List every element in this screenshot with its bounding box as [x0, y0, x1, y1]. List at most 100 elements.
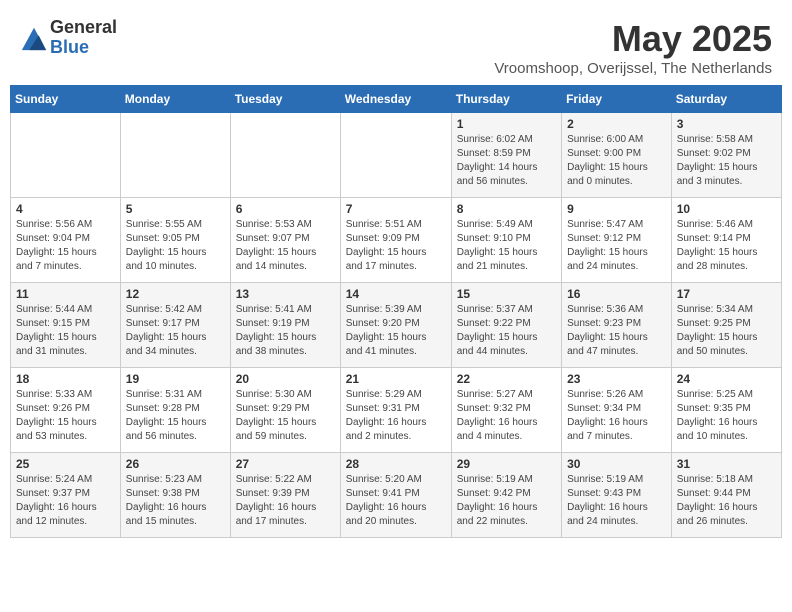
day-info: Sunrise: 5:39 AM Sunset: 9:20 PM Dayligh…: [346, 303, 446, 359]
day-info: Sunrise: 6:00 AM Sunset: 9:00 PM Dayligh…: [567, 133, 666, 189]
day-cell: 14 Sunrise: 5:39 AM Sunset: 9:20 PM Dayli…: [340, 283, 451, 368]
day-cell: 22 Sunrise: 5:27 AM Sunset: 9:32 PM Dayli…: [451, 368, 561, 453]
week-row-4: 18 Sunrise: 5:33 AM Sunset: 9:26 PM Dayli…: [11, 368, 782, 453]
logo: General Blue: [20, 18, 117, 58]
day-cell: 4 Sunrise: 5:56 AM Sunset: 9:04 PM Daylig…: [11, 198, 121, 283]
day-info: Sunrise: 5:30 AM Sunset: 9:29 PM Dayligh…: [236, 388, 335, 444]
location-subtitle: Vroomshoop, Overijssel, The Netherlands: [494, 60, 772, 77]
day-number: 15: [457, 287, 556, 301]
weekday-header-wednesday: Wednesday: [340, 86, 451, 113]
day-info: Sunrise: 5:27 AM Sunset: 9:32 PM Dayligh…: [457, 388, 556, 444]
day-number: 18: [16, 372, 115, 386]
logo-icon: [20, 24, 48, 52]
title-area: May 2025 Vroomshoop, Overijssel, The Net…: [494, 18, 772, 77]
weekday-header-friday: Friday: [562, 86, 672, 113]
day-number: 9: [567, 202, 666, 216]
day-cell: 31 Sunrise: 5:18 AM Sunset: 9:44 PM Dayli…: [671, 453, 781, 538]
day-info: Sunrise: 5:19 AM Sunset: 9:42 PM Dayligh…: [457, 473, 556, 529]
day-info: Sunrise: 5:41 AM Sunset: 9:19 PM Dayligh…: [236, 303, 335, 359]
day-cell: 1 Sunrise: 6:02 AM Sunset: 8:59 PM Daylig…: [451, 113, 561, 198]
day-cell: 29 Sunrise: 5:19 AM Sunset: 9:42 PM Dayli…: [451, 453, 561, 538]
day-cell: 5Sunrise: 5:55 AM Sunset: 9:05 PM Daylig…: [120, 198, 230, 283]
day-number: 29: [457, 457, 556, 471]
day-number: 8: [457, 202, 556, 216]
day-cell: 15 Sunrise: 5:37 AM Sunset: 9:22 PM Dayli…: [451, 283, 561, 368]
week-row-5: 25 Sunrise: 5:24 AM Sunset: 9:37 PM Dayli…: [11, 453, 782, 538]
week-row-2: 4 Sunrise: 5:56 AM Sunset: 9:04 PM Daylig…: [11, 198, 782, 283]
day-info: Sunrise: 5:18 AM Sunset: 9:44 PM Dayligh…: [677, 473, 776, 529]
day-info: Sunrise: 5:22 AM Sunset: 9:39 PM Dayligh…: [236, 473, 335, 529]
day-cell: 24 Sunrise: 5:25 AM Sunset: 9:35 PM Dayli…: [671, 368, 781, 453]
day-cell: [340, 113, 451, 198]
weekday-header-sunday: Sunday: [11, 86, 121, 113]
day-number: 27: [236, 457, 335, 471]
weekday-header-monday: Monday: [120, 86, 230, 113]
day-info: Sunrise: 5:37 AM Sunset: 9:22 PM Dayligh…: [457, 303, 556, 359]
day-number: 17: [677, 287, 776, 301]
day-info: Sunrise: 5:56 AM Sunset: 9:04 PM Dayligh…: [16, 218, 115, 274]
day-number: 14: [346, 287, 446, 301]
day-info: Sunrise: 5:58 AM Sunset: 9:02 PM Dayligh…: [677, 133, 776, 189]
month-title: May 2025: [494, 18, 772, 60]
day-info: Sunrise: 5:49 AM Sunset: 9:10 PM Dayligh…: [457, 218, 556, 274]
day-info: Sunrise: 5:36 AM Sunset: 9:23 PM Dayligh…: [567, 303, 666, 359]
day-cell: 6Sunrise: 5:53 AM Sunset: 9:07 PM Daylig…: [230, 198, 340, 283]
day-number: 23: [567, 372, 666, 386]
day-number: 3: [677, 117, 776, 131]
weekday-header-thursday: Thursday: [451, 86, 561, 113]
day-info: Sunrise: 6:02 AM Sunset: 8:59 PM Dayligh…: [457, 133, 556, 189]
day-cell: 27 Sunrise: 5:22 AM Sunset: 9:39 PM Dayli…: [230, 453, 340, 538]
logo-general-text: General: [50, 18, 117, 38]
day-info: Sunrise: 5:47 AM Sunset: 9:12 PM Dayligh…: [567, 218, 666, 274]
day-number: 24: [677, 372, 776, 386]
day-number: 20: [236, 372, 335, 386]
day-number: 21: [346, 372, 446, 386]
logo-text: General Blue: [50, 18, 117, 58]
day-info: Sunrise: 5:31 AM Sunset: 9:28 PM Dayligh…: [126, 388, 225, 444]
day-number: 19: [126, 372, 225, 386]
day-cell: 25 Sunrise: 5:24 AM Sunset: 9:37 PM Dayli…: [11, 453, 121, 538]
day-cell: 17 Sunrise: 5:34 AM Sunset: 9:25 PM Dayli…: [671, 283, 781, 368]
day-cell: 9 Sunrise: 5:47 AM Sunset: 9:12 PM Daylig…: [562, 198, 672, 283]
day-number: 16: [567, 287, 666, 301]
day-number: 22: [457, 372, 556, 386]
day-cell: 28Sunrise: 5:20 AM Sunset: 9:41 PM Dayli…: [340, 453, 451, 538]
day-cell: 12Sunrise: 5:42 AM Sunset: 9:17 PM Dayli…: [120, 283, 230, 368]
calendar-table: SundayMondayTuesdayWednesdayThursdayFrid…: [10, 85, 782, 538]
day-cell: 21 Sunrise: 5:29 AM Sunset: 9:31 PM Dayli…: [340, 368, 451, 453]
page-header: General Blue May 2025 Vroomshoop, Overij…: [0, 0, 792, 85]
day-info: Sunrise: 5:46 AM Sunset: 9:14 PM Dayligh…: [677, 218, 776, 274]
day-number: 25: [16, 457, 115, 471]
day-info: Sunrise: 5:19 AM Sunset: 9:43 PM Dayligh…: [567, 473, 666, 529]
day-number: 10: [677, 202, 776, 216]
day-info: Sunrise: 5:25 AM Sunset: 9:35 PM Dayligh…: [677, 388, 776, 444]
day-info: Sunrise: 5:20 AM Sunset: 9:41 PM Dayligh…: [346, 473, 446, 529]
day-cell: 2 Sunrise: 6:00 AM Sunset: 9:00 PM Daylig…: [562, 113, 672, 198]
day-cell: 11Sunrise: 5:44 AM Sunset: 9:15 PM Dayli…: [11, 283, 121, 368]
day-info: Sunrise: 5:42 AM Sunset: 9:17 PM Dayligh…: [126, 303, 225, 359]
day-info: Sunrise: 5:29 AM Sunset: 9:31 PM Dayligh…: [346, 388, 446, 444]
day-number: 1: [457, 117, 556, 131]
day-info: Sunrise: 5:26 AM Sunset: 9:34 PM Dayligh…: [567, 388, 666, 444]
day-cell: 10 Sunrise: 5:46 AM Sunset: 9:14 PM Dayli…: [671, 198, 781, 283]
day-number: 26: [126, 457, 225, 471]
weekday-header-saturday: Saturday: [671, 86, 781, 113]
logo-blue-text: Blue: [50, 38, 117, 58]
day-number: 30: [567, 457, 666, 471]
day-cell: 20 Sunrise: 5:30 AM Sunset: 9:29 PM Dayli…: [230, 368, 340, 453]
day-number: 11: [16, 287, 115, 301]
day-info: Sunrise: 5:33 AM Sunset: 9:26 PM Dayligh…: [16, 388, 115, 444]
day-cell: [11, 113, 121, 198]
day-info: Sunrise: 5:34 AM Sunset: 9:25 PM Dayligh…: [677, 303, 776, 359]
day-number: 7: [346, 202, 446, 216]
day-cell: 30 Sunrise: 5:19 AM Sunset: 9:43 PM Dayli…: [562, 453, 672, 538]
day-cell: 19 Sunrise: 5:31 AM Sunset: 9:28 PM Dayli…: [120, 368, 230, 453]
day-cell: 16 Sunrise: 5:36 AM Sunset: 9:23 PM Dayli…: [562, 283, 672, 368]
day-number: 2: [567, 117, 666, 131]
day-number: 31: [677, 457, 776, 471]
day-info: Sunrise: 5:51 AM Sunset: 9:09 PM Dayligh…: [346, 218, 446, 274]
day-info: Sunrise: 5:53 AM Sunset: 9:07 PM Dayligh…: [236, 218, 335, 274]
day-number: 13: [236, 287, 335, 301]
day-info: Sunrise: 5:24 AM Sunset: 9:37 PM Dayligh…: [16, 473, 115, 529]
day-number: 4: [16, 202, 115, 216]
